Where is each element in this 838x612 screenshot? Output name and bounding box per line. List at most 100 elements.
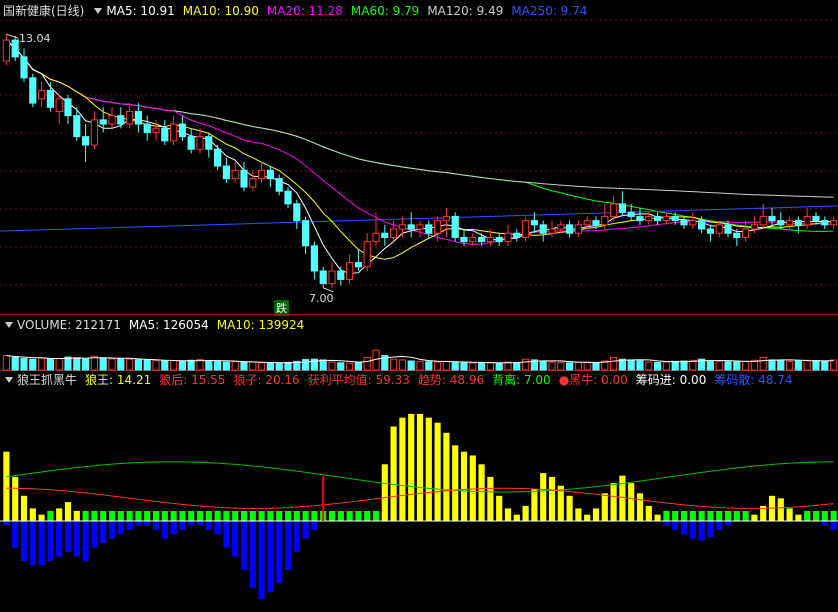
indicator-blue-bar (196, 521, 204, 526)
candle-body (794, 220, 802, 226)
candle-body (64, 98, 72, 117)
volume-bar (346, 362, 354, 371)
candle-body (337, 270, 345, 280)
indicator-blue-bar (135, 521, 142, 526)
indicator-yellow-bar (478, 464, 485, 521)
indicator-blue-bar (698, 521, 705, 541)
volume-bar (266, 362, 274, 371)
candle-body (662, 215, 670, 222)
indicator-green-bar (205, 511, 212, 521)
chart-canvas[interactable] (0, 0, 838, 612)
volume-bar (759, 356, 767, 371)
candle-body (99, 119, 107, 125)
volume-bar (170, 360, 178, 371)
volume-bar (82, 358, 90, 371)
indicator-green-bar (302, 511, 309, 521)
candle-body (38, 89, 46, 100)
volume-bar (354, 362, 362, 371)
indicator-green-bar (689, 511, 696, 521)
volume-bar (11, 356, 19, 371)
indicator-green-bar (82, 511, 89, 521)
indicator-green-bar (663, 511, 670, 521)
volume-bar (460, 362, 468, 371)
indicator-green-bar (355, 511, 362, 521)
indicator-green-bar (214, 511, 221, 521)
volume-bar (592, 361, 600, 371)
volume-bar (416, 360, 424, 371)
indicator-green-bar (117, 511, 124, 521)
volume-bar (557, 361, 565, 371)
candle-body (178, 123, 186, 138)
indicator-yellow-bar (3, 451, 10, 521)
indicator-blue-bar (707, 521, 714, 538)
candle-body (742, 228, 750, 238)
candle-body (724, 224, 732, 234)
volume-bar (117, 357, 125, 371)
indicator-blue-bar (56, 521, 63, 557)
volume-bar (495, 362, 503, 371)
volume-bar (363, 356, 371, 371)
volume-bar (108, 358, 116, 371)
candle-body (187, 136, 195, 150)
indicator-green-bar (170, 511, 177, 521)
candle-body (442, 215, 450, 222)
volume-bar (706, 360, 714, 371)
indicator-green-bar (249, 511, 256, 521)
indicator-blue-bar (205, 521, 212, 530)
indicator-green-bar (108, 511, 116, 521)
indicator-blue-bar (240, 521, 248, 570)
candle-body (363, 241, 371, 268)
candle-body (29, 77, 37, 104)
volume-bar (654, 361, 662, 371)
candle-body (398, 224, 406, 230)
indicator-blue-bar (108, 521, 116, 539)
candle-body (284, 190, 292, 205)
volume-bar (231, 361, 239, 371)
indicator-blue-bar (716, 521, 723, 530)
indicator-green-bar (276, 511, 283, 521)
indicator-blue-bar (38, 521, 45, 566)
candle-body (249, 178, 257, 188)
indicator-green-bar (293, 511, 300, 521)
candle-body (2, 39, 10, 62)
volume-bar (803, 359, 811, 371)
candle-body (715, 224, 723, 234)
indicator-yellow-bar (73, 510, 80, 521)
candle-body (513, 232, 521, 238)
volume-bar (724, 361, 732, 371)
volume-bar (152, 360, 160, 371)
indicator-green-bar (223, 511, 230, 521)
candle-body (610, 203, 618, 217)
candle-body (495, 236, 503, 243)
volume-bar (504, 361, 512, 371)
candle-body (196, 136, 204, 150)
indicator-yellow-bar (636, 493, 644, 521)
indicator-yellow-bar (575, 508, 582, 521)
indicator-blue-bar (311, 521, 318, 530)
volume-bar (240, 361, 248, 371)
indicator-green-bar (152, 511, 160, 521)
candle-body (407, 224, 415, 230)
indicator-green-bar (328, 511, 336, 521)
indicator-green-bar (733, 511, 740, 521)
indicator-yellow-bar (496, 495, 503, 521)
ma60-line (6, 39, 834, 232)
indicator-blue-bar (663, 521, 670, 526)
volume-bar (478, 361, 486, 371)
volume-bar (636, 360, 644, 371)
volume-bar (337, 362, 345, 371)
volume-bar (574, 361, 582, 371)
volume-bar (566, 362, 574, 371)
indicator-green-bar (716, 511, 723, 521)
volume-bar (548, 361, 556, 371)
volume-bar (583, 361, 591, 371)
indicator-green-bar (804, 511, 811, 521)
volume-bar (29, 358, 37, 371)
volume-bar (2, 355, 10, 371)
indicator-yellow-bar (504, 508, 512, 521)
candle-body (46, 89, 54, 108)
candle-body (152, 127, 160, 133)
candle-body (310, 245, 318, 272)
indicator-yellow-bar (399, 417, 406, 521)
indicator-blue-bar (672, 521, 679, 530)
